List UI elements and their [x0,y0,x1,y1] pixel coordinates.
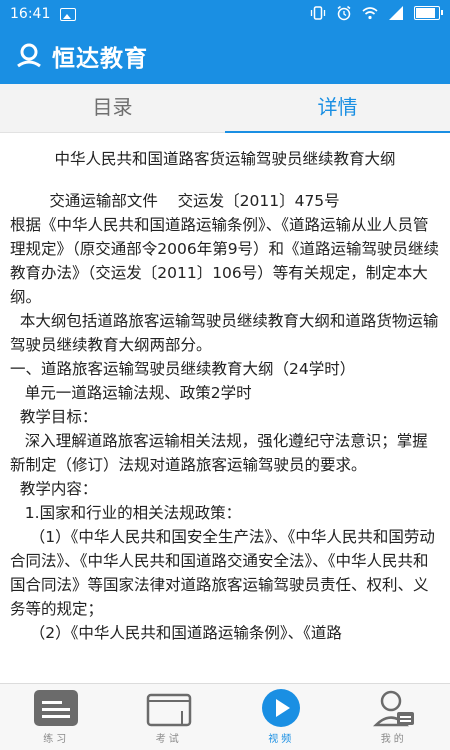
document-paragraph: 教学目标： [10,408,98,426]
document-content[interactable]: 中华人民共和国道路客货运输驾驶员继续教育大纲 交通运输部文件 交运发〔2011〕… [0,133,450,683]
tab-details[interactable]: 详情 [225,84,450,133]
status-time: 16:41 [10,6,51,22]
document-paragraph: 根据《中华人民共和国道路运输条例》、《道路运输从业人员管理规定》（原交通部令20… [10,216,440,306]
signal-icon [389,6,403,20]
image-icon [60,7,77,21]
bottom-nav: 练习 考试 视频 我的 [0,683,450,750]
tab-bar: 目录 详情 [0,84,450,133]
document-paragraph: 深入理解道路旅客运输相关法规，强化遵纪守法意识；掌握新制定（修订）法规对道路旅客… [10,432,428,474]
profile-icon [372,690,414,727]
nav-video-label: 视频 [268,734,295,745]
wifi-icon [362,7,378,20]
app-title: 恒达教育 [52,46,148,72]
nav-exam[interactable]: 考试 [113,684,226,750]
vibrate-icon [310,6,326,20]
app-header: 恒达教育 [0,28,450,84]
nav-video[interactable]: 视频 [225,684,338,750]
status-icons [310,5,443,21]
status-bar: 16:41 [0,0,450,28]
alarm-icon [337,5,351,21]
battery-icon [414,6,443,20]
document-paragraph: 一、道路旅客运输驾驶员继续教育大纲（24学时） [10,360,356,378]
document-paragraph: 教学内容： [10,480,98,498]
practice-icon [34,690,79,726]
document-paragraph: （1）《中华人民共和国安全生产法》、《中华人民共和国劳动合同法》、《中华人民共和… [10,528,435,618]
nav-practice-label: 练习 [43,734,70,745]
document-paragraph: 1.国家和行业的相关法规政策： [10,504,242,522]
exam-icon [146,693,191,727]
app-logo-icon [17,43,41,68]
document-paragraph: 本大纲包括道路旅客运输驾驶员继续教育大纲和道路货物运输驾驶员继续教育大纲两部分。 [10,312,439,354]
video-play-icon [262,689,301,727]
document-paragraph: 交通运输部文件 交运发〔2011〕475号 [10,192,340,210]
nav-profile-label: 我的 [380,734,407,745]
nav-profile[interactable]: 我的 [338,684,450,750]
document-paragraph: （2）《中华人民共和国道路运输条例》、《道路 [10,624,342,642]
document-paragraph: 单元一道路运输法规、政策2学时 [10,384,252,402]
nav-practice[interactable]: 练习 [0,684,113,750]
tab-catalog[interactable]: 目录 [0,84,225,132]
nav-exam-label: 考试 [155,734,182,745]
document-title: 中华人民共和国道路客货运输驾驶员继续教育大纲 [54,150,396,168]
